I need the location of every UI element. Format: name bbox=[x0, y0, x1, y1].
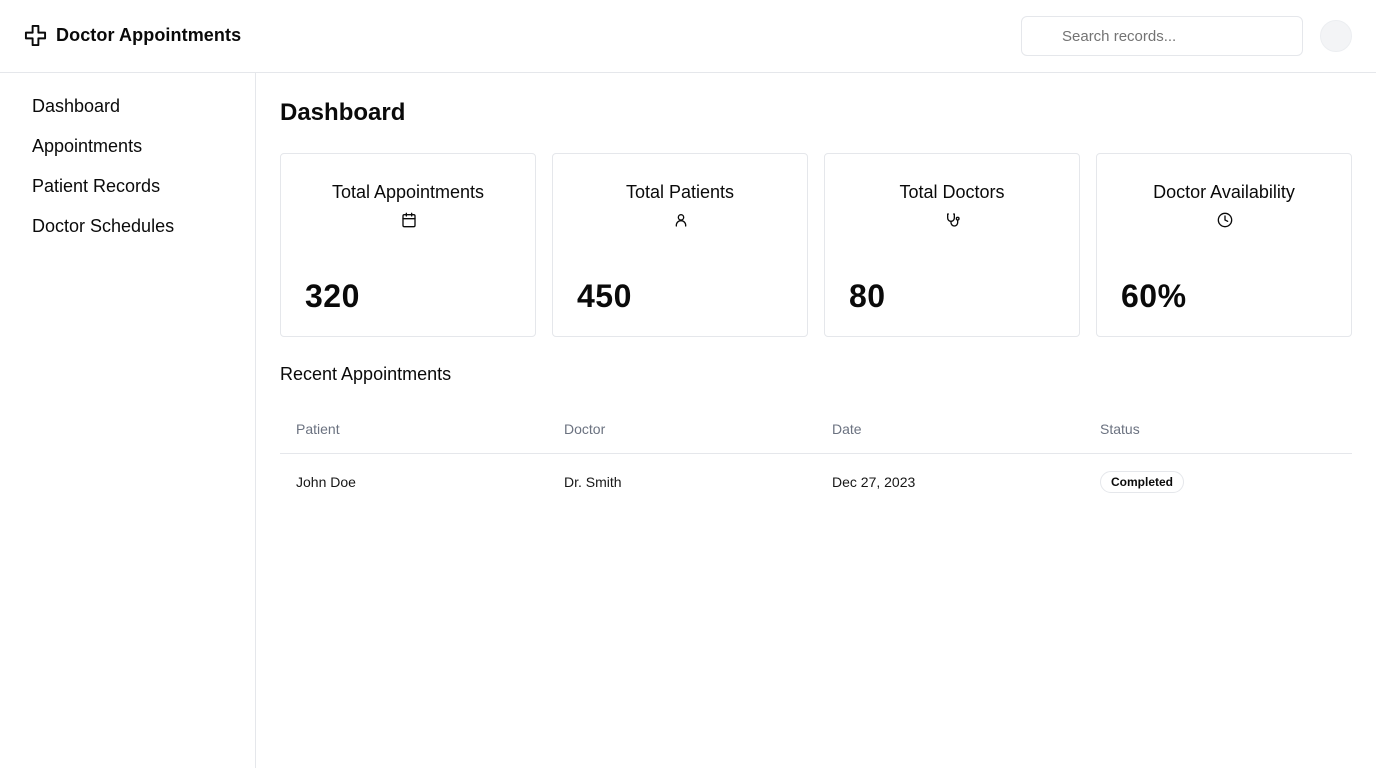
column-header-doctor[interactable]: Doctor bbox=[564, 421, 605, 437]
cell-patient: John Doe bbox=[296, 474, 356, 490]
calendar-icon bbox=[401, 212, 417, 228]
column-header-patient[interactable]: Patient bbox=[296, 421, 340, 437]
column-header-date[interactable]: Date bbox=[832, 421, 862, 437]
stat-card-doctor-availability: Doctor Availability 60% bbox=[1096, 153, 1352, 337]
main-content: Dashboard Total Appointments 320 Total P… bbox=[256, 73, 1376, 768]
plus-cross-icon bbox=[24, 24, 47, 47]
status-badge: Completed bbox=[1100, 471, 1185, 493]
search-input[interactable] bbox=[1022, 17, 1302, 55]
card-value: 80 bbox=[849, 278, 886, 314]
stat-card-total-patients: Total Patients 450 bbox=[552, 153, 808, 337]
card-value: 450 bbox=[577, 278, 632, 314]
avatar[interactable] bbox=[1320, 20, 1352, 52]
recent-appointments-title: Recent Appointments bbox=[280, 364, 452, 384]
sidebar: Dashboard Appointments Patient Records D… bbox=[0, 73, 256, 768]
top-header: Doctor Appointments bbox=[0, 0, 1376, 73]
card-value: 60% bbox=[1121, 278, 1187, 314]
table-header: Patient Doctor Date Status bbox=[280, 409, 1352, 454]
stat-card-total-appointments: Total Appointments 320 bbox=[280, 153, 536, 337]
sidebar-item-dashboard[interactable]: Dashboard bbox=[32, 96, 120, 117]
card-title: Total Doctors bbox=[899, 182, 1005, 202]
clock-icon bbox=[1217, 212, 1233, 228]
page-title: Dashboard bbox=[280, 99, 406, 126]
sidebar-item-appointments[interactable]: Appointments bbox=[32, 136, 142, 157]
stat-card-total-doctors: Total Doctors 80 bbox=[824, 153, 1080, 337]
search-box[interactable] bbox=[1021, 16, 1303, 56]
app-title: Doctor Appointments bbox=[56, 25, 242, 45]
card-value: 320 bbox=[305, 278, 360, 314]
cell-date: Dec 27, 2023 bbox=[832, 474, 916, 490]
column-header-status[interactable]: Status bbox=[1100, 421, 1140, 437]
recent-appointments-table: Patient Doctor Date Status John Doe Dr. … bbox=[280, 409, 1352, 509]
sidebar-item-doctor-schedules[interactable]: Doctor Schedules bbox=[32, 216, 174, 237]
brand[interactable]: Doctor Appointments bbox=[24, 24, 241, 47]
user-icon bbox=[673, 212, 689, 228]
card-title: Doctor Availability bbox=[1153, 182, 1295, 202]
card-title: Total Appointments bbox=[331, 182, 485, 202]
sidebar-item-patient-records[interactable]: Patient Records bbox=[32, 176, 160, 197]
card-title: Total Patients bbox=[625, 182, 735, 202]
table-row[interactable]: John Doe Dr. Smith Dec 27, 2023 Complete… bbox=[280, 454, 1352, 509]
cell-doctor: Dr. Smith bbox=[564, 474, 622, 490]
stethoscope-icon bbox=[945, 212, 961, 228]
